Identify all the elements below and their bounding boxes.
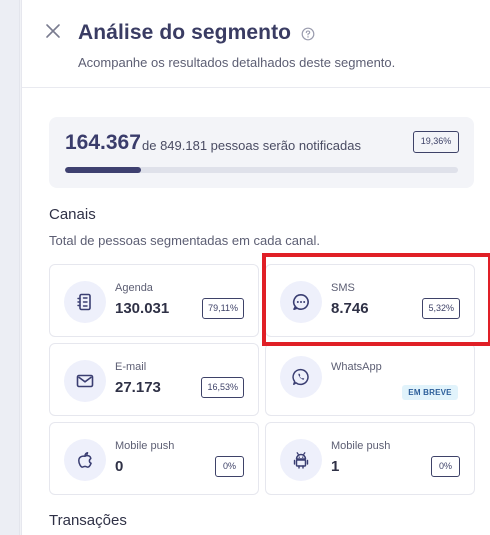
panel-header: Análise do segmento Acompanhe os resulta… [22, 0, 490, 88]
apple-icon [64, 439, 106, 481]
mail-icon [64, 360, 106, 402]
channel-card-mobile-push-ios[interactable]: Mobile push 0 0% [49, 422, 259, 495]
channel-card-whatsapp[interactable]: WhatsApp EM BREVE [265, 343, 475, 416]
android-icon [280, 439, 322, 481]
transactions-title: Transações [49, 512, 127, 529]
channel-percent-badge: 79,11% [202, 298, 244, 319]
channel-value: 0 [115, 458, 124, 475]
channel-card-agenda[interactable]: Agenda 130.031 79,11% [49, 264, 259, 337]
notified-progress-fill [65, 167, 142, 173]
channel-card-email[interactable]: E-mail 27.173 16,53% [49, 343, 259, 416]
contacts-book-icon [64, 281, 106, 323]
notified-count: 164.367 [65, 131, 141, 154]
channel-card-sms[interactable]: SMS 8.746 5,32% [265, 264, 475, 337]
channels-description: Total de pessoas segmentadas em cada can… [49, 233, 321, 248]
channel-value: 27.173 [115, 379, 161, 396]
page-subtitle: Acompanhe os resultados detalhados deste… [78, 55, 396, 70]
channel-label: WhatsApp [331, 361, 382, 373]
segment-analysis-panel: Análise do segmento Acompanhe os resulta… [21, 0, 490, 535]
notified-text: de 849.181 pessoas serão notificadas [142, 138, 361, 153]
channel-label: Mobile push [115, 440, 175, 452]
close-icon[interactable] [42, 20, 64, 42]
background-page-strip [0, 0, 20, 535]
whatsapp-icon [280, 356, 322, 398]
coming-soon-badge: EM BREVE [402, 385, 458, 400]
channel-percent-badge: 5,32% [422, 298, 460, 319]
help-icon[interactable] [301, 27, 315, 41]
notified-percent-badge: 19,36% [413, 131, 459, 153]
channel-label: Agenda [115, 282, 153, 294]
channel-percent-badge: 0% [431, 456, 460, 477]
page-title: Análise do segmento [78, 21, 292, 44]
channels-title: Canais [49, 206, 96, 223]
notified-progress-bar [65, 167, 458, 173]
channel-label: SMS [331, 282, 355, 294]
channel-label: E-mail [115, 361, 147, 373]
channel-label: Mobile push [331, 440, 391, 452]
channel-percent-badge: 0% [215, 456, 244, 477]
channel-value: 130.031 [115, 300, 170, 317]
channel-value: 8.746 [331, 300, 369, 317]
channel-value: 1 [331, 458, 340, 475]
channel-card-mobile-push-android[interactable]: Mobile push 1 0% [265, 422, 475, 495]
notification-summary: 164.367 de 849.181 pessoas serão notific… [49, 117, 474, 188]
channel-percent-badge: 16,53% [201, 377, 244, 398]
sms-bubble-icon [280, 281, 322, 323]
